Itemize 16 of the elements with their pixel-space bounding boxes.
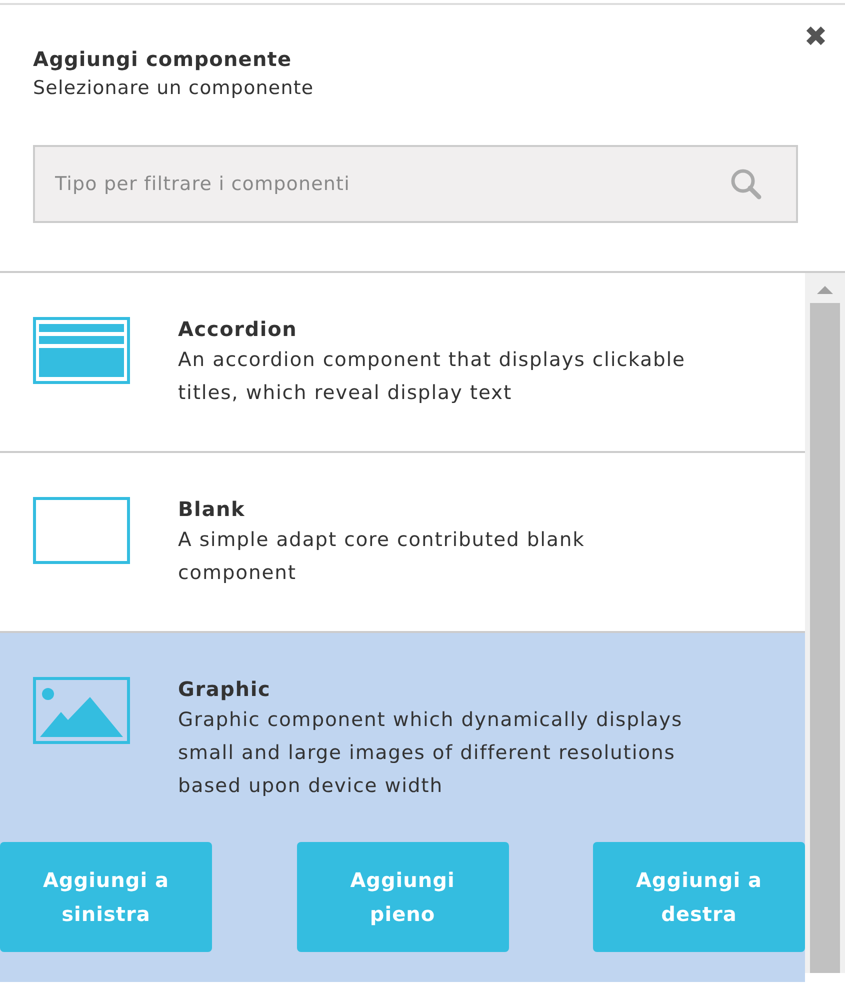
- component-name: Blank: [178, 497, 246, 521]
- scrollbar-thumb[interactable]: [810, 303, 840, 973]
- search-field[interactable]: Tipo per filtrare i componenti: [33, 145, 798, 223]
- component-name: Graphic: [178, 677, 272, 701]
- blank-icon: [33, 497, 130, 567]
- accordion-icon: [33, 317, 130, 387]
- component-description: An accordion component that displays clickable titles, which reveal display text: [178, 347, 686, 406]
- scroll-up-icon[interactable]: [816, 285, 834, 295]
- search-icon: [730, 168, 762, 200]
- component-name: Accordion: [178, 317, 298, 341]
- close-button[interactable]: ✖: [804, 23, 827, 51]
- component-description: A simple adapt core contributed blank component: [178, 527, 586, 586]
- dialog-subtitle: Selezionare un componente: [33, 77, 315, 99]
- dialog-title: Aggiungi componente: [33, 47, 293, 71]
- image-icon: [33, 677, 130, 747]
- component-description: Graphic component which dynamically displays small and large images of different resolutions based upon device width: [178, 707, 684, 799]
